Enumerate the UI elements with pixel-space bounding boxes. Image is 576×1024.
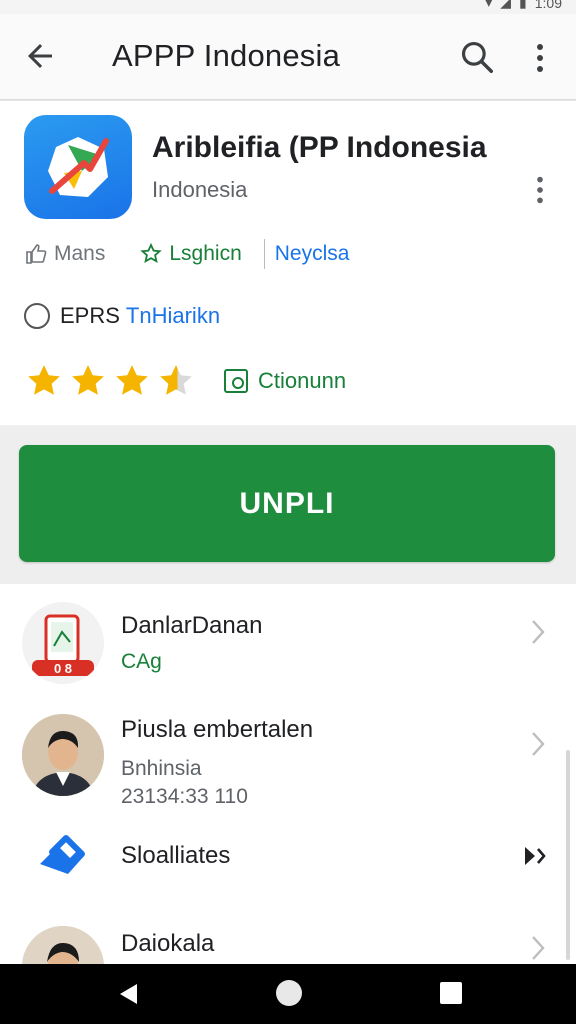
list-item[interactable]: 0 8 DanlarDanan CAg xyxy=(0,584,576,694)
install-button-label: UNPLI xyxy=(239,486,335,520)
list-item[interactable]: Sloalliates xyxy=(0,808,576,918)
divider xyxy=(263,239,265,269)
battery-icon: ▮ xyxy=(519,0,527,10)
phone-map-icon: 0 8 xyxy=(22,602,104,684)
app-name: Aribleifia (PP Indonesia xyxy=(152,131,487,164)
arrow-back-icon[interactable] xyxy=(22,38,58,74)
app-developer[interactable]: Indonesia xyxy=(152,177,247,203)
clock-text: 1:09 xyxy=(534,0,562,11)
more-vert-icon[interactable] xyxy=(528,40,552,76)
page-title: APPP Indonesia xyxy=(112,38,341,73)
app-bar: APPP Indonesia xyxy=(0,14,576,100)
content-rating-row: EPRS TnHiarikn xyxy=(24,299,220,333)
chevron-right-icon xyxy=(532,620,545,644)
star-full-icon xyxy=(28,365,60,395)
star-full-icon xyxy=(116,365,148,395)
download-box-icon xyxy=(224,369,248,393)
install-button[interactable]: UNPLI xyxy=(19,445,555,562)
installs-label: Ctionunn xyxy=(258,368,347,393)
list-item-title: DanlarDanan xyxy=(121,612,263,639)
signal-icon: ◢ xyxy=(500,0,512,10)
tag-label: Lsghicn xyxy=(169,242,242,265)
category-link[interactable]: Neyclsa xyxy=(275,242,350,266)
star-full-icon xyxy=(72,365,104,395)
list-item-detail: 23134:33 110 xyxy=(121,785,248,808)
list-item-subtitle: Bnhinsia xyxy=(121,757,202,780)
chevron-right-icon xyxy=(532,732,545,756)
star-half-icon xyxy=(160,365,192,395)
thumbs-up-icon xyxy=(26,244,47,264)
nav-recents-icon[interactable] xyxy=(440,982,462,1004)
related-list: 0 8 DanlarDanan CAg Piusla embertalen Bn… xyxy=(0,584,576,1008)
app-logo-icon[interactable] xyxy=(24,115,132,219)
list-item[interactable]: Piusla embertalen Bnhinsia 23134:33 110 xyxy=(0,696,576,808)
person-photo xyxy=(22,714,104,796)
scrollbar[interactable] xyxy=(566,750,570,960)
editors-choice-meta: Lsghicn xyxy=(139,242,242,266)
star-rating-row: Ctionunn xyxy=(24,361,346,401)
search-icon[interactable] xyxy=(458,38,496,76)
list-item-title: Daiokala xyxy=(121,930,215,957)
category-label[interactable]: Neyclsa xyxy=(275,242,350,266)
star-outline-icon xyxy=(140,242,163,263)
nav-back-icon[interactable] xyxy=(117,982,139,1006)
chevron-right-icon xyxy=(532,936,545,960)
list-item-subtitle: CAg xyxy=(121,650,162,673)
tag-icon xyxy=(22,816,104,898)
app-header-card: Aribleifia (PP Indonesia Indonesia Mans … xyxy=(0,101,576,425)
radio-icon[interactable] xyxy=(24,303,50,329)
likes-meta: Mans xyxy=(24,242,105,266)
nav-home-icon[interactable] xyxy=(276,980,302,1006)
rating-accent[interactable]: TnHiarikn xyxy=(126,303,220,329)
status-bar: ▾ ◢ ▮ 1:09 xyxy=(0,0,576,14)
more-vert-icon[interactable] xyxy=(528,173,552,207)
list-item-title: Sloalliates xyxy=(121,842,231,869)
wifi-icon: ▾ xyxy=(485,0,493,10)
installs-tag: Ctionunn xyxy=(224,368,346,394)
likes-label: Mans xyxy=(54,242,106,265)
rating-prefix: EPRS xyxy=(60,303,120,328)
list-item-title: Piusla embertalen xyxy=(121,716,314,743)
svg-text:0 8: 0 8 xyxy=(54,661,72,676)
system-nav-bar xyxy=(0,964,576,1024)
app-meta-row: Mans Lsghicn Neyclsa xyxy=(24,237,349,271)
play-arrow-icon[interactable] xyxy=(522,842,548,870)
